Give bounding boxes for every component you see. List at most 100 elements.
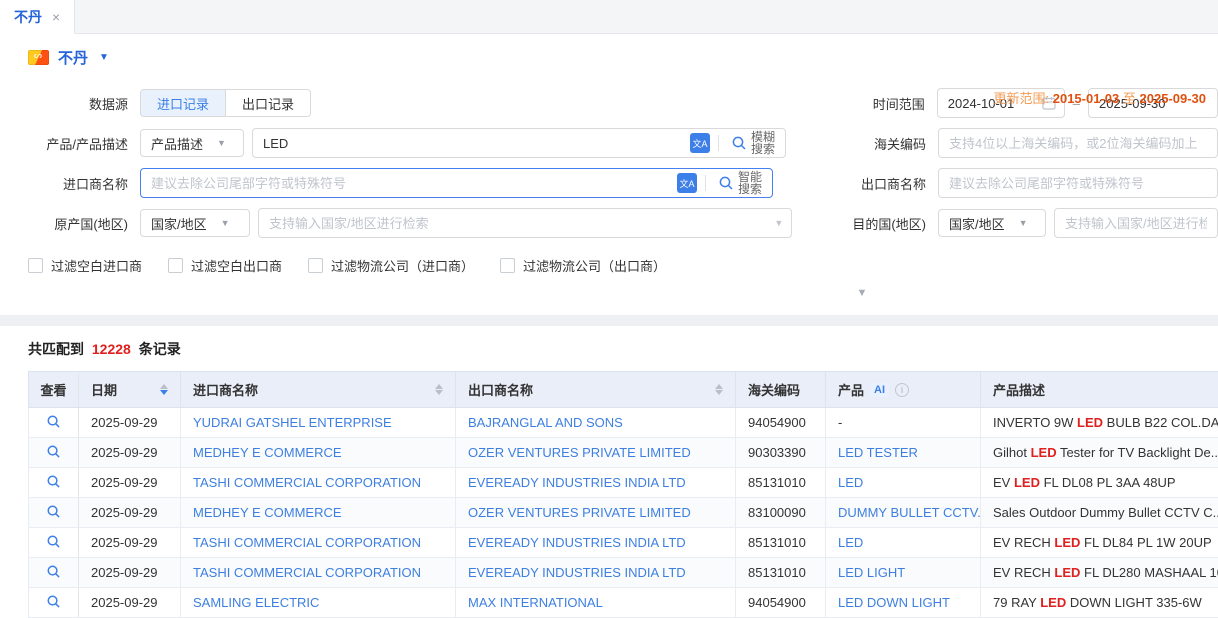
exporter-link[interactable]: EVEREADY INDUSTRIES INDIA LTD: [468, 535, 686, 550]
checkbox-icon[interactable]: [168, 258, 183, 273]
importer-link[interactable]: YUDRAI GATSHEL ENTERPRISE: [193, 415, 392, 430]
view-button[interactable]: [29, 528, 79, 558]
product-search-input[interactable]: [253, 129, 690, 157]
exporter-input[interactable]: [939, 169, 1217, 197]
desc-cell: EV RECH LED FL DL84 PL 1W 20UP: [981, 528, 1218, 558]
filter-row-product: 产品/产品描述 产品描述 ▼ 文A 模糊搜索 海关编码: [0, 128, 1218, 158]
table-body: 2025-09-29 YUDRAI GATSHEL ENTERPRISE BAJRA…: [29, 408, 1218, 618]
smart-search-button[interactable]: 智能搜索: [714, 171, 772, 195]
tab-bhutan[interactable]: 不丹 ×: [0, 0, 75, 34]
desc-cell: 79 RAY LED DOWN LIGHT 335-6W: [981, 588, 1218, 618]
exporter-cell: OZER VENTURES PRIVATE LIMITED: [456, 498, 736, 528]
view-button[interactable]: [29, 588, 79, 618]
time-range-label: 时间范围: [873, 94, 925, 113]
chevron-down-icon[interactable]: ▼: [99, 52, 109, 63]
filter-blank-importer-checkbox[interactable]: 过滤空白进口商: [28, 256, 142, 275]
exporter-link[interactable]: OZER VENTURES PRIVATE LIMITED: [468, 445, 691, 460]
importer-search-input[interactable]: [141, 169, 677, 197]
view-button[interactable]: [29, 468, 79, 498]
results-table-wrap: 查看 日期 进口商名称 出口商名称 海关编码 产品AIi 产品描述 2025-0…: [28, 371, 1218, 618]
checkbox-icon[interactable]: [28, 258, 43, 273]
exporter-link[interactable]: OZER VENTURES PRIVATE LIMITED: [468, 505, 691, 520]
tab-bar: 不丹 ×: [0, 0, 1218, 34]
product-type-select[interactable]: 产品描述 ▼: [140, 129, 244, 157]
table-row: 2025-09-29 SAMLING ELECTRIC MAX INTERNATIO…: [29, 588, 1218, 618]
col-header-date[interactable]: 日期: [79, 372, 181, 408]
desc-text: DOWN LIGHT 335-6W: [1066, 595, 1202, 610]
view-button[interactable]: [29, 438, 79, 468]
col-header-hs: 海关编码: [736, 372, 826, 408]
product-link[interactable]: LED LIGHT: [838, 565, 905, 580]
destination-input-wrap: [1054, 208, 1218, 238]
fuzzy-search-button[interactable]: 模糊搜索: [727, 131, 785, 155]
col-header-importer[interactable]: 进口商名称: [181, 372, 456, 408]
product-link[interactable]: LED DOWN LIGHT: [838, 595, 950, 610]
exporter-link[interactable]: EVEREADY INDUSTRIES INDIA LTD: [468, 565, 686, 580]
view-magnifier-icon: [46, 594, 61, 609]
filter-logistics-importer-checkbox[interactable]: 过滤物流公司（进口商）: [308, 256, 474, 275]
importer-link[interactable]: TASHI COMMERCIAL CORPORATION: [193, 565, 421, 580]
desc-highlight: LED: [1014, 475, 1040, 490]
translate-icon[interactable]: 文A: [690, 133, 710, 153]
view-magnifier-icon: [46, 414, 61, 429]
checkbox-icon[interactable]: [500, 258, 515, 273]
collapse-row: ▼: [0, 287, 1218, 305]
tab-close-icon[interactable]: ×: [52, 9, 60, 25]
exporter-link[interactable]: MAX INTERNATIONAL: [468, 595, 603, 610]
desc-cell: Sales Outdoor Dummy Bullet CCTV C...: [981, 498, 1218, 528]
view-button[interactable]: [29, 558, 79, 588]
filter-logistics-exporter-checkbox[interactable]: 过滤物流公司（出口商）: [500, 256, 666, 275]
view-button[interactable]: [29, 498, 79, 528]
importer-link[interactable]: TASHI COMMERCIAL CORPORATION: [193, 475, 421, 490]
hs-code-input[interactable]: [939, 129, 1217, 157]
import-records-toggle[interactable]: 进口记录: [141, 90, 225, 116]
results-count: 12228: [92, 341, 131, 357]
sort-icon-exporter[interactable]: [715, 384, 723, 395]
exporter-link[interactable]: BAJRANGLAL AND SONS: [468, 415, 623, 430]
results-table: 查看 日期 进口商名称 出口商名称 海关编码 产品AIi 产品描述 2025-0…: [28, 371, 1218, 618]
desc-highlight: LED: [1054, 535, 1080, 550]
product-link[interactable]: LED TESTER: [838, 445, 918, 460]
importer-cell: MEDHEY E COMMERCE: [181, 498, 456, 528]
importer-cell: MEDHEY E COMMERCE: [181, 438, 456, 468]
ai-badge: AI: [870, 383, 889, 397]
table-header-row: 查看 日期 进口商名称 出口商名称 海关编码 产品AIi 产品描述: [29, 372, 1218, 408]
col-header-exporter[interactable]: 出口商名称: [456, 372, 736, 408]
origin-type-select[interactable]: 国家/地区 ▼: [140, 209, 250, 237]
exporter-link[interactable]: EVEREADY INDUSTRIES INDIA LTD: [468, 475, 686, 490]
product-link[interactable]: DUMMY BULLET CCTV...: [838, 505, 981, 520]
destination-type-select[interactable]: 国家/地区 ▼: [938, 209, 1046, 237]
filter-blank-exporter-checkbox[interactable]: 过滤空白出口商: [168, 256, 282, 275]
desc-text: Tester for TV Backlight De...: [1057, 445, 1218, 460]
exporter-input-wrap: [938, 168, 1218, 198]
product-cell: LED: [826, 528, 981, 558]
hs-code-cell: 94054900: [736, 588, 826, 618]
view-button[interactable]: [29, 408, 79, 438]
view-magnifier-icon: [46, 444, 61, 459]
view-magnifier-icon: [46, 474, 61, 489]
filter-checkbox-row: 过滤空白进口商 过滤空白出口商 过滤物流公司（进口商） 过滤物流公司（出口商）: [0, 256, 1218, 275]
importer-link[interactable]: SAMLING ELECTRIC: [193, 595, 319, 610]
export-records-toggle[interactable]: 出口记录: [225, 90, 310, 116]
hs-code-cell: 90303390: [736, 438, 826, 468]
sort-icon-date[interactable]: [160, 384, 168, 395]
importer-link[interactable]: TASHI COMMERCIAL CORPORATION: [193, 535, 421, 550]
desc-text: BULB B22 COL.DA ...: [1103, 415, 1218, 430]
table-row: 2025-09-29TASHI COMMERCIAL CORPORATIONEV…: [29, 558, 1218, 588]
collapse-filter-chevron-icon[interactable]: ▼: [832, 287, 892, 299]
date-cell: 2025-09-29: [79, 588, 181, 618]
sort-icon-importer[interactable]: [435, 384, 443, 395]
hs-code-label: 海关编码: [874, 134, 926, 153]
fuzzy-search-label-2: 搜索: [751, 142, 775, 156]
update-range-joiner: 至: [1123, 91, 1136, 106]
checkbox-icon[interactable]: [308, 258, 323, 273]
destination-country-input[interactable]: [1055, 209, 1217, 237]
product-link[interactable]: LED: [838, 475, 863, 490]
importer-link[interactable]: MEDHEY E COMMERCE: [193, 445, 342, 460]
translate-icon[interactable]: 文A: [677, 173, 697, 193]
info-icon[interactable]: i: [895, 383, 909, 397]
importer-link[interactable]: MEDHEY E COMMERCE: [193, 505, 342, 520]
product-link[interactable]: LED: [838, 535, 863, 550]
origin-country-input[interactable]: [259, 209, 774, 237]
results-summary: 共匹配到 12228 条记录: [0, 326, 1218, 371]
